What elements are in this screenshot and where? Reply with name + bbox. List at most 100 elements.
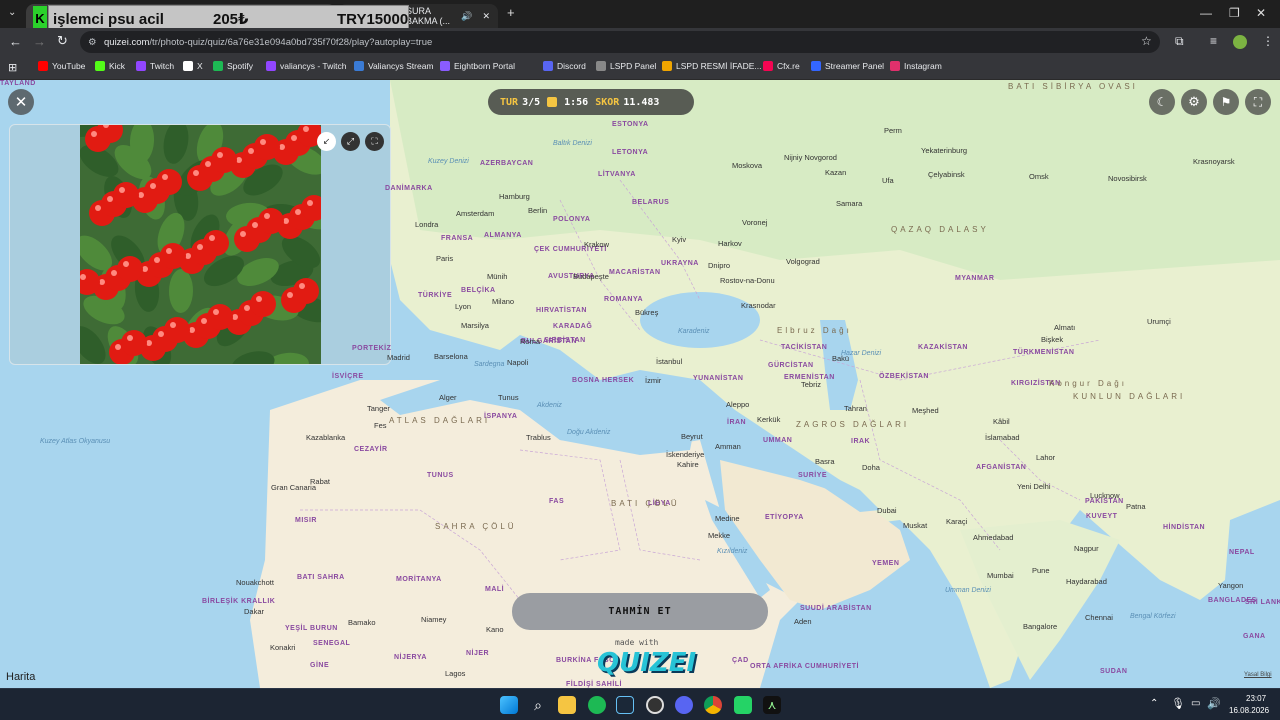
city-label: Mekke (708, 531, 731, 540)
country-label: LİTVANYA (598, 171, 636, 178)
country-label: PORTEKİZ (352, 345, 392, 352)
steam-icon[interactable] (616, 696, 634, 714)
reload-icon[interactable]: ↻ (57, 33, 68, 49)
bookmark-0[interactable]: YouTube (38, 61, 85, 71)
bookmark-6[interactable]: Valiancys Stream (354, 61, 434, 71)
bookmark-5[interactable]: valiancys - Twitch (266, 61, 346, 71)
quiz-status-pill: TUR 3/5 1:56 SKOR 11.483 (488, 89, 694, 115)
city-label: Krasnodar (741, 301, 776, 310)
tomato-highlight (303, 126, 309, 132)
tomato-highlight (158, 331, 164, 337)
obs-icon[interactable] (646, 696, 664, 714)
clock-time[interactable]: 23:07 (1246, 694, 1266, 703)
spotify-icon[interactable] (588, 696, 606, 714)
quizei-logo[interactable]: QUIZEI (597, 648, 696, 678)
bookmark-icon (440, 61, 450, 71)
country-label: TUNUS (427, 472, 454, 479)
file-explorer-icon[interactable] (558, 696, 576, 714)
report-flag-button[interactable]: ⚑ (1213, 89, 1239, 115)
fullscreen-button[interactable]: ⛶ (1245, 89, 1271, 115)
profile-avatar[interactable] (1233, 35, 1247, 49)
region-label: SAHRA ÇÖLÜ (435, 522, 517, 531)
city-label: Beyrut (681, 432, 703, 441)
volume-icon[interactable]: 🔊 (1207, 697, 1221, 710)
legal-link[interactable]: Yasal Bilgi (1244, 672, 1272, 678)
region-label: Elbruz Dağı (777, 326, 852, 335)
bookmark-12[interactable]: Streamer Panel (811, 61, 884, 71)
tomato-highlight (291, 135, 297, 141)
country-label: ROMANYA (604, 296, 644, 303)
city-label: Konakri (270, 643, 296, 652)
bookmark-label: LSPD Panel (610, 61, 657, 71)
sea-label: Sardegna (474, 361, 505, 368)
settings-button[interactable]: ⚙ (1181, 89, 1207, 115)
whatsapp-icon[interactable] (734, 696, 752, 714)
bookmark-2[interactable]: Twitch (136, 61, 174, 71)
tomato (203, 230, 229, 256)
country-label: NİJERYA (394, 654, 427, 661)
clock-date[interactable]: 16.08.2026 (1229, 706, 1269, 715)
world-map[interactable]: TUR 3/5 1:56 SKOR 11.483 ✕ ☾ ⚙ ⚑ ⛶ ↙ ⤢ ⛶… (0, 80, 1280, 688)
menu-icon[interactable]: ⋮ (1262, 34, 1274, 48)
country-label: BİRLEŞİK KRALLIK (202, 598, 276, 605)
tomato (164, 317, 190, 343)
city-label: Madrid (387, 353, 410, 362)
media-icon[interactable]: ≡ (1210, 34, 1217, 48)
back-icon[interactable]: ← (9, 34, 22, 49)
tab-close-icon[interactable]: ✕ (482, 11, 490, 22)
forward-icon[interactable]: → (33, 34, 46, 49)
close-window-icon[interactable]: ✕ (1256, 6, 1266, 20)
tomato-highlight (264, 213, 270, 219)
guess-button[interactable]: TAHMİN ET (512, 593, 768, 630)
tomato-highlight (307, 200, 313, 206)
network-icon[interactable]: ▭ (1191, 698, 1200, 709)
maximize-icon[interactable]: ❐ (1229, 6, 1240, 20)
bookmark-3[interactable]: X (183, 61, 203, 71)
mic-icon[interactable]: 🎙 (1171, 697, 1185, 710)
fullscreen-photo-button[interactable]: ⛶ (365, 132, 384, 151)
url-field[interactable]: ⚙ quizei.com/tr/photo-quiz/quiz/6a76e31e… (80, 31, 1160, 53)
minimize-photo-button[interactable]: ↙ (317, 132, 336, 151)
discord-icon[interactable] (675, 696, 693, 714)
city-label: Münih (487, 272, 508, 281)
tray-chevron-icon[interactable]: ⌃ (1150, 698, 1158, 709)
bookmark-icon (662, 61, 672, 71)
country-label: KUVEYT (1086, 513, 1118, 520)
app-icon[interactable]: ⋏ (763, 696, 781, 714)
bookmark-icon (354, 61, 364, 71)
tomato-highlight (123, 261, 129, 267)
dark-mode-button[interactable]: ☾ (1149, 89, 1175, 115)
extensions-icon[interactable]: ⧉ (1175, 34, 1184, 49)
country-label: UMMAN (763, 437, 793, 444)
tab-list-chevron-icon[interactable]: ⌄ (8, 7, 16, 18)
bookmark-9[interactable]: LSPD Panel (596, 61, 656, 71)
minimize-icon[interactable]: — (1200, 6, 1212, 20)
site-info-icon[interactable]: ⚙ (88, 37, 97, 48)
city-label: Lyon (455, 302, 471, 311)
bookmark-1[interactable]: Kick (95, 61, 125, 71)
map-attribution[interactable]: Harita (6, 671, 35, 683)
bookmark-4[interactable]: Spotify (213, 61, 253, 71)
bookmark-7[interactable]: Eightborn Portal (440, 61, 515, 71)
bookmark-label: Valiancys Stream (368, 61, 434, 71)
tomato (293, 278, 319, 304)
bookmark-8[interactable]: Discord (543, 61, 586, 71)
apps-grid-icon[interactable]: ⊞ (8, 61, 17, 74)
city-label: Dnipro (708, 261, 731, 270)
country-label: SUDAN (1100, 668, 1128, 675)
city-label: Rostov-na-Donu (720, 276, 775, 285)
bookmark-11[interactable]: Cfx.re (763, 61, 800, 71)
bookmark-star-icon[interactable]: ☆ (1141, 34, 1152, 48)
search-icon[interactable]: ⌕ (529, 696, 547, 714)
country-label: FRANSA (441, 235, 474, 242)
quiz-photo[interactable] (80, 125, 321, 364)
chrome-icon[interactable] (704, 696, 722, 714)
close-quiz-button[interactable]: ✕ (8, 89, 34, 115)
bookmark-13[interactable]: Instagram (890, 61, 942, 71)
bookmark-10[interactable]: LSPD RESMİ İFADE... (662, 61, 762, 71)
new-tab-icon[interactable]: + (507, 5, 515, 20)
expand-photo-button[interactable]: ⤢ (341, 132, 360, 151)
start-icon[interactable] (500, 696, 518, 714)
city-label: Bangalore (1023, 622, 1058, 631)
score-label: SKOR (595, 96, 620, 108)
